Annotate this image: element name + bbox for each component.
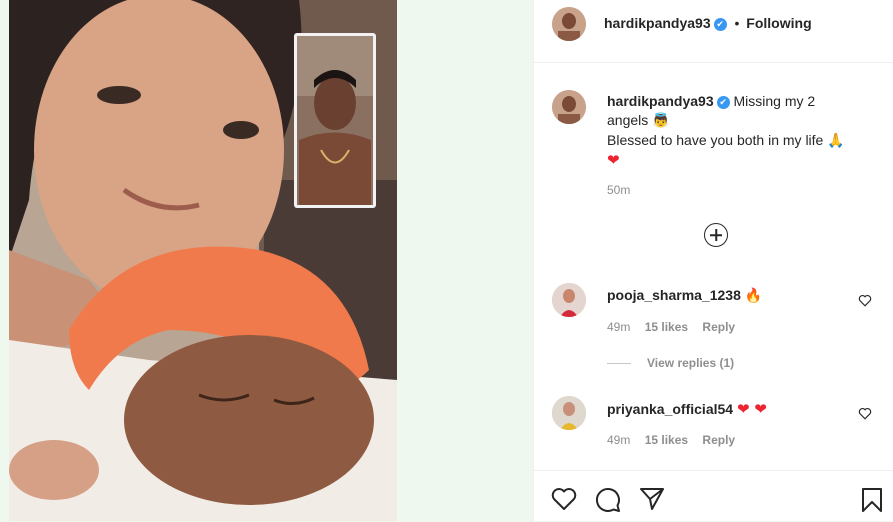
post-photo-illustration	[9, 0, 397, 521]
view-replies-label: View replies (1)	[647, 356, 735, 370]
caption-verified-icon: ✔	[716, 96, 730, 109]
comment-likes[interactable]: 15 likes	[645, 320, 688, 334]
pray-emoji: 🙏	[827, 133, 845, 149]
author-username[interactable]: hardikpandya93	[604, 15, 711, 31]
reply-button[interactable]: Reply	[702, 433, 735, 447]
like-icon[interactable]	[551, 487, 577, 511]
caption-username[interactable]: hardikpandya93	[607, 93, 714, 109]
post-time[interactable]: 50m	[607, 183, 630, 197]
comment-item: pooja_sharma_1238 🔥 49m 15 likes Reply	[534, 283, 893, 343]
commenter-avatar[interactable]	[552, 396, 586, 430]
header-row: hardikpandya93 ✔ • Following	[604, 15, 812, 31]
comment-item: priyanka_official54 ❤ ❤ 49m 15 likes Rep…	[534, 396, 893, 456]
bookmark-icon[interactable]	[861, 487, 883, 513]
comment-icon[interactable]	[595, 487, 621, 513]
commenter-username[interactable]: pooja_sharma_1238	[607, 287, 741, 303]
reply-button[interactable]: Reply	[702, 320, 735, 334]
share-icon[interactable]	[639, 487, 665, 511]
comment-time[interactable]: 49m	[607, 320, 630, 334]
comment-likes[interactable]: 15 likes	[645, 433, 688, 447]
verified-icon: ✔	[713, 18, 727, 31]
comment-like-icon[interactable]	[858, 294, 872, 307]
commenter-avatar[interactable]	[552, 283, 586, 317]
heart-emoji: ❤	[607, 151, 620, 169]
comment-text: priyanka_official54 ❤ ❤	[607, 400, 767, 418]
bullet-separator: •	[734, 15, 740, 31]
post-header: hardikpandya93 ✔ • Following	[534, 0, 893, 63]
caption-text-3: Blessed to have you both in my life	[607, 132, 824, 148]
following-button[interactable]: Following	[746, 15, 811, 31]
fire-emoji: 🔥	[744, 288, 763, 304]
caption-avatar[interactable]	[552, 90, 586, 124]
caption-text-1: Missing my 2	[733, 93, 816, 109]
caption-text-2: angels	[607, 112, 649, 128]
load-more-icon[interactable]	[704, 223, 728, 247]
comment-time[interactable]: 49m	[607, 433, 630, 447]
view-replies-link[interactable]: View replies (1)	[607, 356, 734, 370]
replies-divider	[607, 363, 631, 365]
post-caption: hardikpandya93 ✔ Missing my 2 angels 👼 Bl…	[607, 92, 872, 170]
comment-meta: 49m 15 likes Reply	[607, 320, 746, 334]
comment-meta: 49m 15 likes Reply	[607, 433, 746, 447]
hearts-emoji: ❤ ❤	[736, 400, 767, 418]
commenter-username[interactable]: priyanka_official54	[607, 401, 733, 417]
comment-text: pooja_sharma_1238 🔥	[607, 287, 762, 304]
post-photo[interactable]	[9, 0, 397, 521]
post-side-panel: hardikpandya93 ✔ • Following hardikpandya…	[533, 0, 893, 521]
action-bar	[534, 470, 893, 522]
comment-like-icon[interactable]	[858, 407, 872, 420]
author-avatar[interactable]	[552, 7, 586, 41]
angel-emoji: 👼	[652, 113, 670, 129]
